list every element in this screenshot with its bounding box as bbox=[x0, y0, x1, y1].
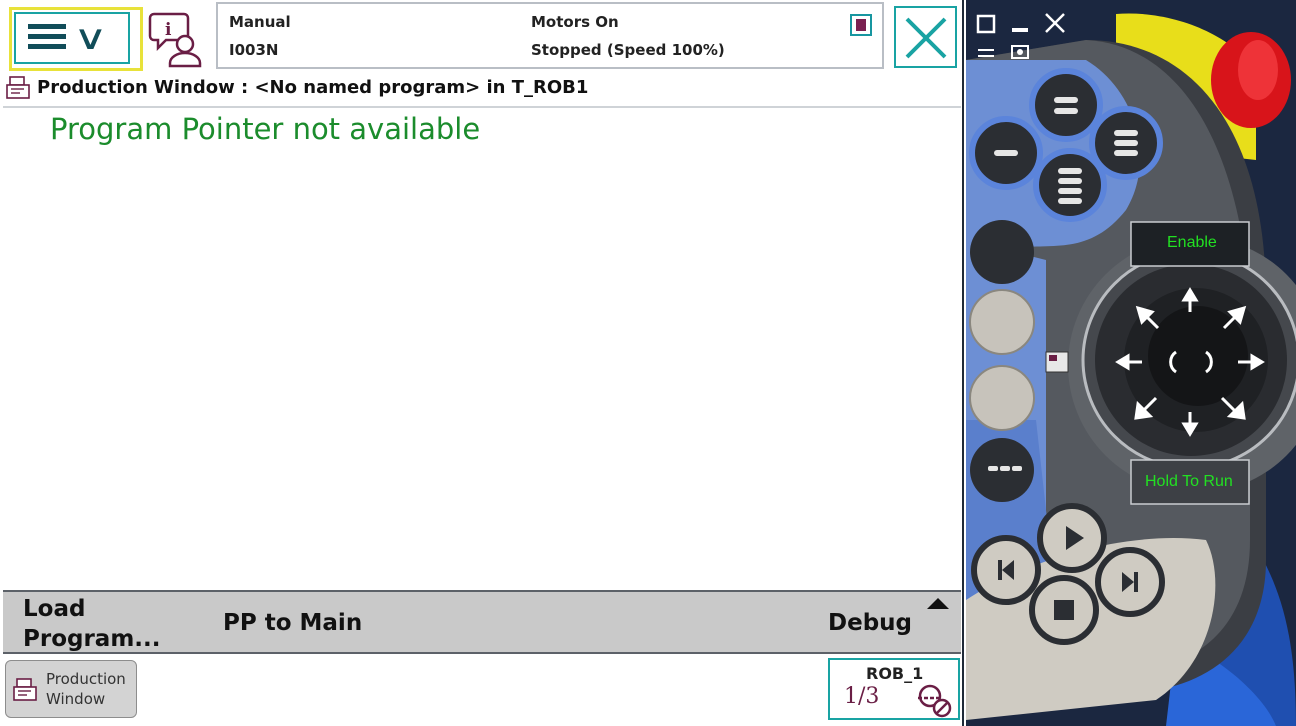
device-restore-button[interactable] bbox=[974, 12, 998, 36]
device-minimize-button[interactable] bbox=[1008, 12, 1032, 36]
window-header: Production Window : <No named program> i… bbox=[6, 76, 956, 102]
debug-button[interactable]: Debug bbox=[828, 608, 912, 638]
status-bar[interactable]: Manual I003N Motors On Stopped (Speed 10… bbox=[216, 2, 884, 69]
motors-state: Motors On bbox=[531, 13, 619, 31]
program-state: Stopped (Speed 100%) bbox=[531, 41, 725, 59]
system-name: I003N bbox=[229, 41, 279, 59]
joystick[interactable] bbox=[1068, 252, 1288, 472]
hold-to-run-label: Hold To Run bbox=[1145, 473, 1233, 490]
program-pointer-message: Program Pointer not available bbox=[50, 112, 481, 146]
taskbar-production-window[interactable]: Production Window bbox=[5, 660, 137, 718]
load-program-button[interactable]: Load Program... bbox=[23, 594, 203, 654]
load-program-label-line2: Program... bbox=[23, 626, 161, 652]
device-screenshot-icon[interactable] bbox=[1008, 42, 1032, 62]
programmable-key-2[interactable] bbox=[972, 119, 1040, 187]
enable-label: Enable bbox=[1167, 234, 1217, 251]
toggle-axes-button[interactable] bbox=[970, 366, 1034, 430]
joystick-lock-icon[interactable] bbox=[1046, 352, 1068, 372]
taskbar-production-label-line1: Production bbox=[46, 670, 126, 688]
start-button[interactable] bbox=[1040, 506, 1104, 570]
hold-to-run-button[interactable]: Hold To Run bbox=[1131, 460, 1249, 504]
select-mechanical-unit-button[interactable] bbox=[970, 220, 1034, 284]
flexpendant-screen: ∨ i Manual I003N Motors On Stopped (Spee… bbox=[0, 0, 964, 726]
operating-mode: Manual bbox=[229, 13, 291, 31]
debug-menu-arrow-icon bbox=[927, 598, 949, 609]
production-window-icon bbox=[13, 678, 37, 701]
emergency-stop-button[interactable] bbox=[1214, 30, 1290, 130]
production-window-icon bbox=[6, 76, 30, 99]
close-x-icon bbox=[905, 17, 947, 59]
step-backward-button[interactable] bbox=[974, 538, 1038, 602]
enable-button[interactable]: Enable bbox=[1131, 222, 1249, 266]
window-title: Production Window : <No named program> i… bbox=[37, 77, 589, 98]
device-swap-icon[interactable] bbox=[974, 42, 998, 62]
pp-to-main-button[interactable]: PP to Main bbox=[223, 608, 362, 638]
toggle-increment-button[interactable] bbox=[970, 438, 1034, 502]
command-bar: Load Program... PP to Main Debug bbox=[3, 590, 961, 654]
robot-mode-icon bbox=[918, 684, 952, 718]
header-divider bbox=[3, 106, 961, 108]
toggle-motion-mode-button[interactable] bbox=[970, 290, 1034, 354]
programmable-key-4[interactable] bbox=[1036, 151, 1104, 219]
device-close-button[interactable] bbox=[1042, 10, 1068, 36]
chevron-down-icon: ∨ bbox=[73, 18, 108, 58]
robot-name: ROB_1 bbox=[866, 664, 924, 683]
quickset-robot-button[interactable]: ROB_1 1/3 bbox=[828, 658, 960, 720]
step-forward-button[interactable] bbox=[1098, 550, 1162, 614]
programmable-key-3[interactable] bbox=[1092, 109, 1160, 177]
close-button[interactable] bbox=[894, 6, 957, 68]
main-menu-button[interactable]: ∨ bbox=[9, 7, 143, 71]
svg-text:i: i bbox=[165, 20, 172, 40]
taskbar: Production Window ROB_1 1/3 bbox=[3, 656, 961, 726]
hamburger-icon bbox=[28, 24, 66, 50]
task-fraction: 1/3 bbox=[844, 684, 880, 709]
taskbar-production-label-line2: Window bbox=[46, 690, 106, 708]
stop-button[interactable] bbox=[1032, 578, 1096, 642]
load-program-label-line1: Load bbox=[23, 596, 86, 622]
event-flag-icon bbox=[850, 14, 872, 36]
virtual-flexpendant-device: Enable Hold To Run bbox=[966, 0, 1296, 726]
programmable-key-1[interactable] bbox=[1032, 70, 1100, 138]
info-user-icon[interactable]: i bbox=[148, 10, 206, 68]
